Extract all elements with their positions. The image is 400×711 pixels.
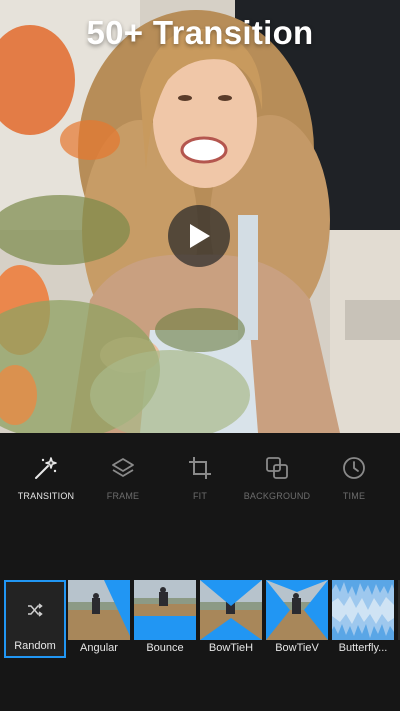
transition-thumb-butterfly [332,580,394,640]
shuffle-icon [28,603,43,617]
layers-icon [112,458,134,477]
play-icon [190,224,210,248]
tool-time[interactable]: TIME [316,433,392,528]
crop-icon [189,457,211,479]
transition-thumb-bowtiev [266,580,328,640]
clock-icon [343,457,365,479]
tool-time-label: TIME [342,491,366,501]
transition-label: Bounce [146,642,184,654]
transition-label: BowTieV [275,642,319,654]
transition-thumb-bowtieh [200,580,262,640]
tool-transition-label: TRANSITION [17,491,75,501]
transition-item-angular[interactable]: Angular [68,580,130,658]
magic-wand-icon [35,457,57,479]
transition-label: Butterfly... [338,642,388,654]
tool-frame-label: FRAME [106,491,140,501]
transition-item-random[interactable]: Random [4,580,66,658]
transition-label: Angular [80,642,118,654]
tool-frame[interactable]: FRAME [85,433,161,528]
headline-title: 50+ Transition [86,14,314,51]
transition-item-bowtieh[interactable]: BowTieH [200,580,262,658]
overlap-squares-icon [266,457,288,479]
transition-thumb-bounce [134,580,196,640]
tool-background[interactable]: BACKGROUND [239,433,315,528]
transition-label: Random [14,640,56,652]
play-button[interactable] [168,205,230,267]
transition-thumb-random [6,582,64,638]
transition-item-bounce[interactable]: Bounce [134,580,196,658]
transition-item-butterfly[interactable]: Butterfly... [332,580,394,658]
tool-fit-label: FIT [192,491,208,501]
transition-label: BowTieH [208,642,254,654]
tool-fit[interactable]: FIT [162,433,238,528]
video-preview[interactable]: 50+ Transition [0,0,400,433]
transition-item-bowtiev[interactable]: BowTieV [266,580,328,658]
transition-list[interactable]: Random Angular Bounce BowTieH BowTieV Bu… [0,580,400,660]
tool-background-label: BACKGROUND [243,491,311,501]
editor-toolbar: TRANSITION FRAME FIT BACKGROUND TIME [0,433,400,528]
transition-thumb-angular [68,580,130,640]
tool-transition[interactable]: TRANSITION [8,433,84,528]
